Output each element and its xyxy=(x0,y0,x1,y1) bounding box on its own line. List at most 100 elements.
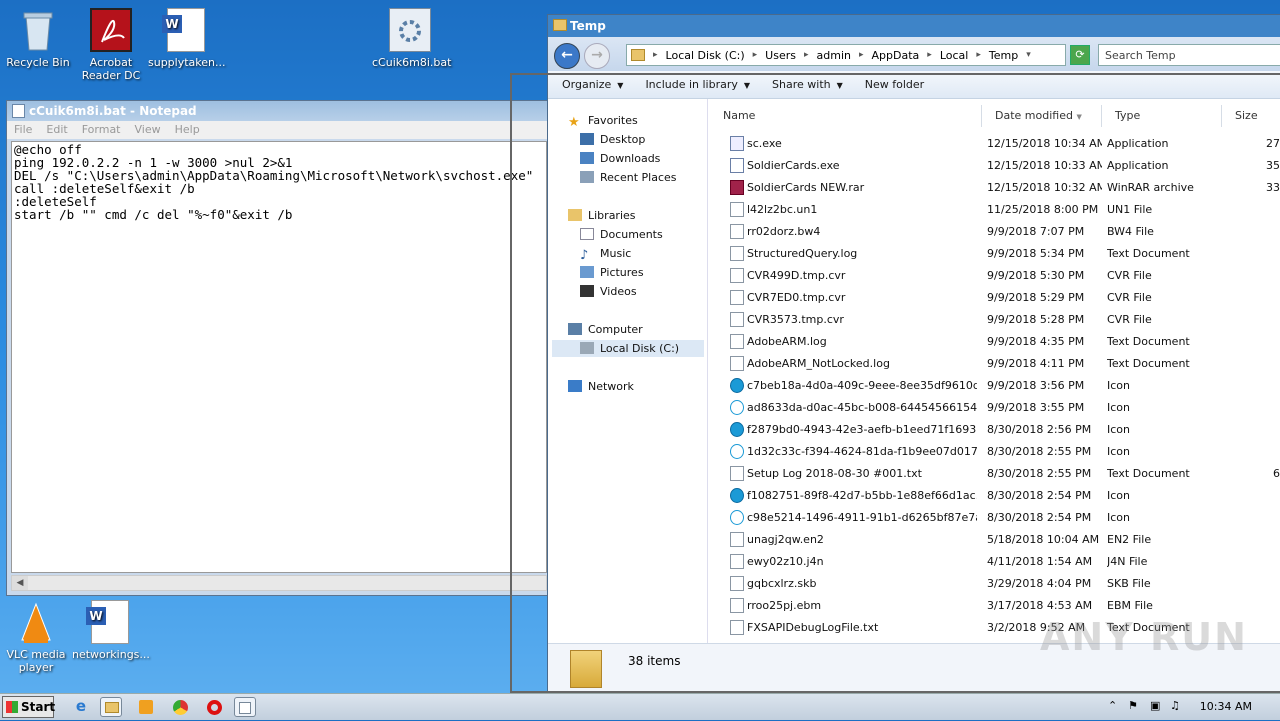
file-name: rr02dorz.bw4 xyxy=(747,225,821,238)
ie-icon[interactable]: e xyxy=(70,697,92,717)
menu-view[interactable]: View xyxy=(135,123,161,137)
file-row[interactable]: gqbcxlrz.skb 3/29/2018 4:04 PM SKB File 1 xyxy=(710,573,1280,595)
chrome-icon[interactable] xyxy=(170,697,192,717)
desktop-icon-supplytaken[interactable]: W supplytaken... xyxy=(148,8,226,69)
nav-libraries-label: Libraries xyxy=(588,209,636,222)
file-row[interactable]: SoldierCards NEW.rar 12/15/2018 10:32 AM W… xyxy=(710,177,1280,199)
notepad-text-area[interactable]: @echo off ping 192.0.2.2 -n 1 -w 3000 >n… xyxy=(11,141,547,573)
scroll-left-icon[interactable]: ◀ xyxy=(12,576,28,590)
file-size: 0 xyxy=(1227,291,1280,304)
breadcrumb-admin[interactable]: admin xyxy=(817,49,851,62)
back-button[interactable]: ← xyxy=(554,43,580,69)
search-input[interactable]: Search Temp xyxy=(1098,44,1280,66)
file-row[interactable]: sc.exe 12/15/2018 10:34 AM Application 272 xyxy=(710,133,1280,155)
menu-file[interactable]: File xyxy=(14,123,32,137)
nav-network[interactable]: Network xyxy=(568,378,634,395)
nav-desktop[interactable]: Desktop xyxy=(580,131,645,148)
nav-computer[interactable]: Computer xyxy=(568,321,643,338)
volume-icon[interactable]: ♫ xyxy=(1170,699,1180,712)
desktop-icon-recycle-bin[interactable]: Recycle Bin xyxy=(0,8,76,69)
file-row[interactable]: AdobeARM_NotLocked.log 9/9/2018 4:11 PM Te… xyxy=(710,353,1280,375)
nav-music[interactable]: ♪ Music xyxy=(580,245,631,263)
column-header-type[interactable]: Type xyxy=(1102,105,1222,127)
breadcrumb-local[interactable]: Local xyxy=(940,49,969,62)
notepad-titlebar[interactable]: cCuik6m8i.bat - Notepad xyxy=(7,101,547,121)
explorer-window[interactable]: Temp ← → ▸ Local Disk (C:) ▸ Users ▸ adm… xyxy=(547,14,1280,692)
file-type: Icon xyxy=(1107,423,1130,436)
file-row[interactable]: Setup Log 2018-08-30 #001.txt 8/30/2018 2… xyxy=(710,463,1280,485)
column-header-date-modified[interactable]: Date modified ▼ xyxy=(982,105,1102,127)
notepad-window[interactable]: cCuik6m8i.bat - Notepad File Edit Format… xyxy=(6,100,548,596)
breadcrumb-users[interactable]: Users xyxy=(765,49,796,62)
nav-pictures[interactable]: Pictures xyxy=(580,264,644,281)
file-row[interactable]: AdobeARM.log 9/9/2018 4:35 PM Text Documen… xyxy=(710,331,1280,353)
explorer-icon[interactable] xyxy=(100,697,122,717)
file-type: Icon xyxy=(1107,445,1130,458)
file-row[interactable]: SoldierCards.exe 12/15/2018 10:33 AM Appli… xyxy=(710,155,1280,177)
refresh-button[interactable]: ⟳ xyxy=(1070,45,1090,65)
file-row[interactable]: rroo25pj.ebm 3/17/2018 4:53 AM EBM File 1 xyxy=(710,595,1280,617)
forward-button[interactable]: → xyxy=(584,43,610,69)
desktop-icon-batch-file[interactable]: cCuik6m8i.bat xyxy=(372,8,451,69)
horizontal-scrollbar[interactable]: ◀ xyxy=(11,575,547,591)
desktop-icon-networkings[interactable]: W networkings... xyxy=(72,600,150,661)
menu-edit[interactable]: Edit xyxy=(46,123,67,137)
clock[interactable]: 10:34 AM xyxy=(1200,700,1252,713)
file-date: 9/9/2018 4:35 PM xyxy=(987,335,1085,348)
desktop-icon-vlc[interactable]: VLC media player xyxy=(0,600,74,674)
breadcrumb-temp[interactable]: Temp xyxy=(989,49,1018,62)
nav-recent-places[interactable]: Recent Places xyxy=(580,169,677,186)
include-in-library-button[interactable]: Include in library ▼ xyxy=(645,78,750,91)
chevron-right-icon: ▸ xyxy=(752,50,758,60)
menu-help[interactable]: Help xyxy=(175,123,200,137)
file-row[interactable]: f2879bd0-4943-42e3-aefb-b1eed71f1693.t..… xyxy=(710,419,1280,441)
file-row[interactable]: StructuredQuery.log 9/9/2018 5:34 PM Text … xyxy=(710,243,1280,265)
file-row[interactable]: CVR3573.tmp.cvr 9/9/2018 5:28 PM CVR File 0 xyxy=(710,309,1280,331)
file-name: 1d32c33c-f394-4624-81da-f1b9ee07d017.t..… xyxy=(747,445,977,458)
nav-documents[interactable]: Documents xyxy=(580,226,663,243)
start-button[interactable]: Start xyxy=(2,696,55,718)
flag-icon[interactable]: ⚑ xyxy=(1128,699,1138,712)
file-row[interactable]: f1082751-89f8-42d7-b5bb-1e88ef66d1ac.t..… xyxy=(710,485,1280,507)
file-name: SoldierCards NEW.rar xyxy=(747,181,865,194)
item-count: 38 items xyxy=(628,654,681,668)
file-row[interactable]: c7beb18a-4d0a-409c-9eee-8ee35df9610d.t..… xyxy=(710,375,1280,397)
new-folder-button[interactable]: New folder xyxy=(865,78,924,91)
file-row[interactable]: l42lz2bc.un1 11/25/2018 8:00 PM UN1 File 1 xyxy=(710,199,1280,221)
file-row[interactable]: c98e5214-1496-4911-91b1-d6265bf87e7a.t..… xyxy=(710,507,1280,529)
nav-downloads[interactable]: Downloads xyxy=(580,150,660,167)
show-hidden-icons[interactable]: ⌃ xyxy=(1108,699,1117,712)
breadcrumb-local-disk[interactable]: Local Disk (C:) xyxy=(666,49,745,62)
breadcrumb-appdata[interactable]: AppData xyxy=(872,49,920,62)
nav-favorites[interactable]: ★ Favorites xyxy=(568,112,638,130)
file-row[interactable]: 1d32c33c-f394-4624-81da-f1b9ee07d017.t..… xyxy=(710,441,1280,463)
file-type: WinRAR archive xyxy=(1107,181,1194,194)
column-header-name[interactable]: Name xyxy=(710,105,982,127)
file-row[interactable]: rr02dorz.bw4 9/9/2018 7:07 PM BW4 File 1 xyxy=(710,221,1280,243)
chevron-down-icon[interactable]: ▾ xyxy=(1026,50,1031,60)
acrobat-icon xyxy=(90,8,132,52)
media-player-icon[interactable] xyxy=(136,697,158,717)
file-type: Icon xyxy=(1107,379,1130,392)
column-header-size[interactable]: Size xyxy=(1222,105,1280,127)
nav-videos[interactable]: Videos xyxy=(580,283,637,300)
file-row[interactable]: ad8633da-d0ac-45bc-b008-644545661546.t..… xyxy=(710,397,1280,419)
organize-button[interactable]: Organize ▼ xyxy=(562,78,623,91)
desktop-icon-acrobat[interactable]: Acrobat Reader DC xyxy=(73,8,149,82)
breadcrumb[interactable]: ▸ Local Disk (C:) ▸ Users ▸ admin ▸ AppD… xyxy=(626,44,1066,66)
notepad-icon[interactable] xyxy=(234,697,256,717)
file-row[interactable]: CVR499D.tmp.cvr 9/9/2018 5:30 PM CVR File 0 xyxy=(710,265,1280,287)
share-with-button[interactable]: Share with ▼ xyxy=(772,78,843,91)
nav-libraries[interactable]: Libraries xyxy=(568,207,636,224)
opera-icon[interactable] xyxy=(204,697,226,717)
nav-local-disk[interactable]: Local Disk (C:) xyxy=(552,340,704,357)
explorer-titlebar[interactable]: Temp xyxy=(548,15,1280,37)
menu-format[interactable]: Format xyxy=(82,123,121,137)
network-tray-icon[interactable]: ▣ xyxy=(1150,699,1160,712)
file-row[interactable]: CVR7ED0.tmp.cvr 9/9/2018 5:29 PM CVR File 0 xyxy=(710,287,1280,309)
file-size: 1 xyxy=(1227,203,1280,216)
file-row[interactable]: ewy02z10.j4n 4/11/2018 1:54 AM J4N File 1 xyxy=(710,551,1280,573)
chevron-right-icon: ▸ xyxy=(803,50,809,60)
file-name: c98e5214-1496-4911-91b1-d6265bf87e7a.t..… xyxy=(747,511,977,524)
file-row[interactable]: unagj2qw.en2 5/18/2018 10:04 AM EN2 File 1 xyxy=(710,529,1280,551)
